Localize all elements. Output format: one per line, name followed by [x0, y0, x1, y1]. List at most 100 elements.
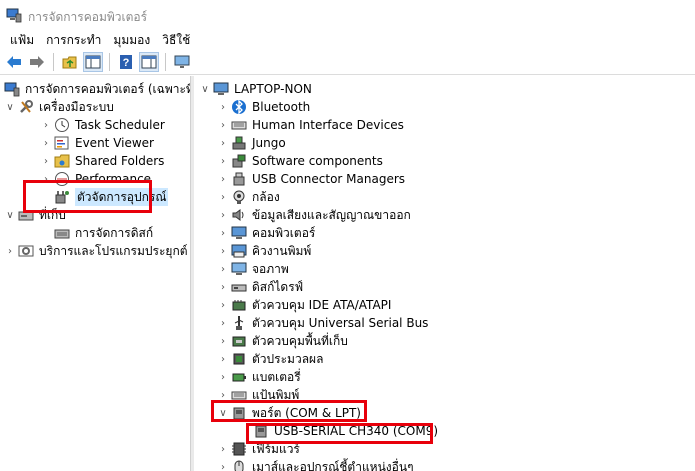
menu-bar: แฟ้ม การกระทำ มุมมอง วิธีใช้	[0, 30, 695, 50]
battery-icon	[232, 373, 246, 382]
device-category-item[interactable]: › ตัวควบคุม IDE ATA/ATAPI	[217, 296, 391, 314]
disk-drive-icon	[231, 284, 247, 292]
tree-item-system-tools[interactable]: ∨ เครื่องมือระบบ	[4, 98, 114, 116]
chevron-right-icon[interactable]: ›	[217, 278, 229, 296]
mouse-icon	[234, 460, 244, 471]
device-category-item[interactable]: › USB Connector Managers	[217, 170, 405, 188]
tree-item-event-viewer[interactable]: › Event Viewer	[40, 134, 154, 152]
tree-item-shared-folders[interactable]: › Shared Folders	[40, 152, 164, 170]
chevron-right-icon[interactable]: ›	[217, 350, 229, 368]
chevron-right-icon[interactable]: ›	[217, 458, 229, 471]
properties-button[interactable]	[139, 52, 159, 72]
chevron-right-icon[interactable]: ›	[217, 332, 229, 350]
device-category-label: USB Connector Managers	[252, 172, 406, 186]
up-folder-icon	[62, 56, 77, 69]
device-category-item[interactable]: › กล้อง	[217, 188, 280, 206]
show-hide-tree-button[interactable]	[83, 52, 103, 72]
tree-item-disk-management[interactable]: การจัดการดิสก์	[40, 224, 153, 242]
back-arrow-icon	[7, 56, 21, 68]
chevron-down-icon[interactable]: ∨	[4, 98, 16, 116]
device-category-label: กล้อง	[252, 190, 280, 204]
device-category-item[interactable]: › Software components	[217, 152, 383, 170]
device-category-label: Human Interface Devices	[252, 118, 404, 132]
chevron-right-icon[interactable]: ›	[217, 98, 229, 116]
services-icon	[18, 245, 34, 257]
display-icon	[231, 262, 247, 275]
bluetooth-icon	[232, 99, 246, 115]
device-category-label: ตัวประมวลผล	[252, 352, 324, 366]
pane-splitter[interactable]	[190, 76, 194, 471]
chevron-right-icon[interactable]: ›	[217, 188, 229, 206]
menu-view[interactable]: มุมมอง	[107, 30, 156, 50]
device-category-item[interactable]: › Human Interface Devices	[217, 116, 404, 134]
computer-management-icon	[4, 82, 20, 97]
device-category-item[interactable]: › แบตเตอรี่	[217, 368, 301, 386]
tree-item-label: Event Viewer	[75, 136, 154, 150]
up-level-button[interactable]	[60, 52, 80, 72]
event-viewer-icon	[54, 136, 69, 150]
device-category-item[interactable]: › ดิสก์ไดรฟ์	[217, 278, 303, 296]
title-bar: การจัดการคอมพิวเตอร์	[0, 0, 695, 30]
chevron-right-icon[interactable]: ›	[217, 242, 229, 260]
device-category-item[interactable]: › จอภาพ	[217, 260, 289, 278]
chevron-right-icon[interactable]: ›	[4, 242, 16, 260]
device-category-item[interactable]: › เมาส์และอุปกรณ์ชี้ตำแหน่งอื่นๆ	[217, 458, 414, 471]
speaker-icon	[232, 209, 244, 221]
tree-item-task-scheduler[interactable]: › Task Scheduler	[40, 116, 165, 134]
tree-item-label: บริการและโปรแกรมประยุกต์	[39, 244, 188, 258]
scan-hardware-button[interactable]	[172, 52, 192, 72]
usb-icon	[234, 316, 244, 330]
chevron-right-icon[interactable]: ›	[217, 116, 229, 134]
highlight-usb-serial	[246, 423, 433, 444]
chevron-right-icon[interactable]: ›	[217, 314, 229, 332]
device-tree-root[interactable]: ∨ LAPTOP-NON	[199, 80, 312, 98]
device-category-item[interactable]: › คอมพิวเตอร์	[217, 224, 315, 242]
chevron-right-icon[interactable]: ›	[217, 170, 229, 188]
chevron-down-icon[interactable]: ∨	[199, 80, 211, 98]
device-category-label: จอภาพ	[252, 262, 289, 276]
forward-button[interactable]	[27, 52, 47, 72]
menu-help[interactable]: วิธีใช้	[156, 30, 196, 50]
monitor-icon	[174, 55, 190, 68]
device-category-label: แบตเตอรี่	[252, 370, 301, 384]
ide-controller-icon	[232, 300, 246, 311]
device-category-item[interactable]: › ตัวควบคุม Universal Serial Bus	[217, 314, 428, 332]
device-category-item[interactable]: › Bluetooth	[217, 98, 310, 116]
menu-file[interactable]: แฟ้ม	[4, 30, 40, 50]
properties-icon	[141, 55, 157, 69]
chevron-right-icon[interactable]: ›	[217, 206, 229, 224]
chevron-right-icon[interactable]: ›	[217, 134, 229, 152]
help-button[interactable]: ?	[116, 52, 136, 72]
device-category-item[interactable]: › Jungo	[217, 134, 286, 152]
device-category-label: เมาส์และอุปกรณ์ชี้ตำแหน่งอื่นๆ	[252, 460, 414, 471]
chevron-right-icon[interactable]: ›	[217, 368, 229, 386]
tree-root[interactable]: การจัดการคอมพิวเตอร์ (เฉพาะที่)	[4, 80, 190, 98]
camera-icon	[233, 190, 245, 204]
clock-icon	[55, 118, 69, 132]
device-category-item[interactable]: › ข้อมูลเสียงและสัญญาณขาออก	[217, 206, 411, 224]
tree-item-label: การจัดการดิสก์	[75, 226, 154, 240]
tree-item-label: Shared Folders	[75, 154, 165, 168]
chevron-right-icon[interactable]: ›	[217, 224, 229, 242]
chevron-right-icon[interactable]: ›	[40, 152, 52, 170]
chevron-down-icon[interactable]: ∨	[4, 206, 16, 224]
chevron-right-icon[interactable]: ›	[40, 116, 52, 134]
device-category-item[interactable]: › ตัวควบคุมพื้นที่เก็บ	[217, 332, 348, 350]
chevron-right-icon[interactable]: ›	[40, 134, 52, 152]
menu-action[interactable]: การกระทำ	[40, 30, 107, 50]
help-icon: ?	[120, 55, 132, 69]
device-category-label: Jungo	[252, 136, 286, 150]
chevron-right-icon[interactable]: ›	[217, 296, 229, 314]
chevron-right-icon[interactable]: ›	[217, 440, 229, 458]
chevron-right-icon[interactable]: ›	[217, 260, 229, 278]
svg-text:?: ?	[123, 57, 130, 69]
disk-management-icon	[54, 229, 70, 239]
window-title: การจัดการคอมพิวเตอร์	[28, 10, 148, 24]
chevron-right-icon[interactable]: ›	[217, 152, 229, 170]
tree-item-services[interactable]: › บริการและโปรแกรมประยุกต์	[4, 242, 188, 260]
back-button[interactable]	[4, 52, 24, 72]
tree-root-label: การจัดการคอมพิวเตอร์ (เฉพาะที่)	[25, 82, 190, 96]
jungo-device-icon	[232, 136, 246, 150]
device-category-item[interactable]: › ตัวประมวลผล	[217, 350, 323, 368]
device-category-item[interactable]: › คิวงานพิมพ์	[217, 242, 311, 260]
